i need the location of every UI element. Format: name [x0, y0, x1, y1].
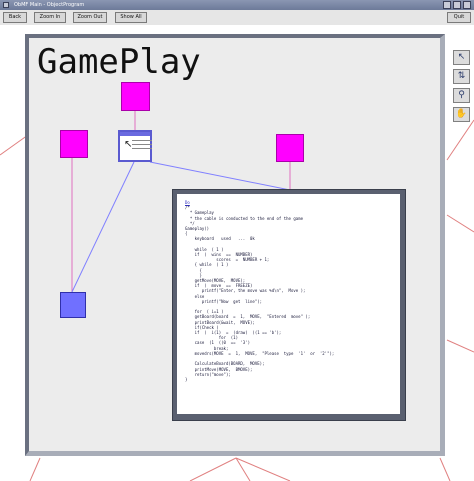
node-preview	[132, 140, 152, 152]
terminal-node[interactable]	[60, 292, 86, 318]
code-line: }	[185, 376, 188, 382]
task-node[interactable]	[121, 82, 150, 111]
node-header-bar	[120, 132, 150, 136]
code-view[interactable]: Do /* * Gameplay * the cable is conducte…	[177, 194, 400, 414]
edge-line	[71, 161, 135, 293]
task-node[interactable]	[60, 130, 88, 158]
task-node[interactable]	[276, 134, 304, 162]
selected-task-node[interactable]: ↖	[118, 130, 152, 162]
edge-line	[149, 161, 291, 191]
code-window[interactable]: Do /* * Gameplay * the cable is conducte…	[172, 189, 406, 421]
code-body: /* * Gameplay * the cable is conducted t…	[185, 205, 394, 382]
